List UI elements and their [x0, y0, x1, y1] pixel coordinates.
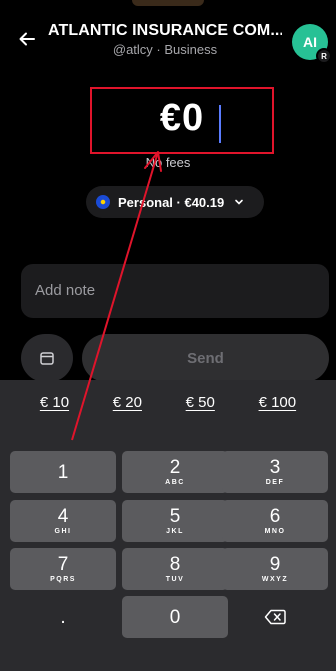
preset-amount-100[interactable]: € 100	[259, 388, 297, 418]
arrow-left-icon	[19, 32, 35, 46]
system-bottom-bar	[0, 640, 336, 671]
key-5[interactable]: 5 JKL	[122, 500, 228, 542]
key-8[interactable]: 8 TUV	[122, 548, 228, 590]
key-9[interactable]: 9 WXYZ	[222, 548, 328, 590]
amount-input[interactable]: €0	[90, 87, 274, 154]
account-selector[interactable]: Personal · €40.19	[86, 186, 264, 218]
amount-presets: € 10 € 20 € 50 € 100	[0, 388, 336, 418]
preset-amount-50[interactable]: € 50	[186, 388, 215, 418]
recipient-name: ATLANTIC INSURANCE COM...	[48, 22, 282, 39]
avatar[interactable]: AI R	[292, 24, 332, 64]
key-decimal[interactable]: .	[10, 596, 116, 638]
send-button[interactable]: Send	[82, 334, 329, 382]
key-backspace[interactable]	[222, 596, 328, 638]
schedule-button[interactable]	[21, 334, 73, 382]
account-label: Personal · €40.19	[118, 194, 225, 210]
key-7[interactable]: 7 PQRS	[10, 548, 116, 590]
preset-amount-10[interactable]: € 10	[40, 388, 69, 418]
recipient-handle: @atlcy · Business	[112, 42, 218, 57]
amount-value: €0	[159, 97, 205, 139]
key-2[interactable]: 2 ABC	[122, 451, 228, 493]
text-caret	[219, 105, 221, 143]
key-6[interactable]: 6 MNO	[222, 500, 328, 542]
avatar-initials: AI	[303, 34, 317, 50]
chevron-down-icon	[235, 199, 244, 205]
avatar-badge: R	[316, 48, 332, 64]
back-button[interactable]	[14, 26, 40, 52]
fees-label: No fees	[145, 155, 191, 170]
send-money-screen: ATLANTIC INSURANCE COM... @atlcy · Busin…	[0, 0, 336, 671]
backspace-icon	[264, 609, 286, 625]
key-3[interactable]: 3 DEF	[222, 451, 328, 493]
status-notch	[132, 0, 204, 6]
key-1[interactable]: 1	[10, 451, 116, 493]
preset-amount-20[interactable]: € 20	[113, 388, 142, 418]
note-placeholder: Add note	[35, 282, 96, 299]
key-0[interactable]: 0	[122, 596, 228, 638]
calendar-icon	[40, 352, 54, 365]
eu-flag-icon	[96, 195, 110, 209]
note-input[interactable]: Add note	[21, 264, 329, 318]
numeric-keypad: € 10 € 20 € 50 € 100 1 2 ABC 3 DEF 4 GHI…	[0, 380, 336, 671]
key-4[interactable]: 4 GHI	[10, 500, 116, 542]
